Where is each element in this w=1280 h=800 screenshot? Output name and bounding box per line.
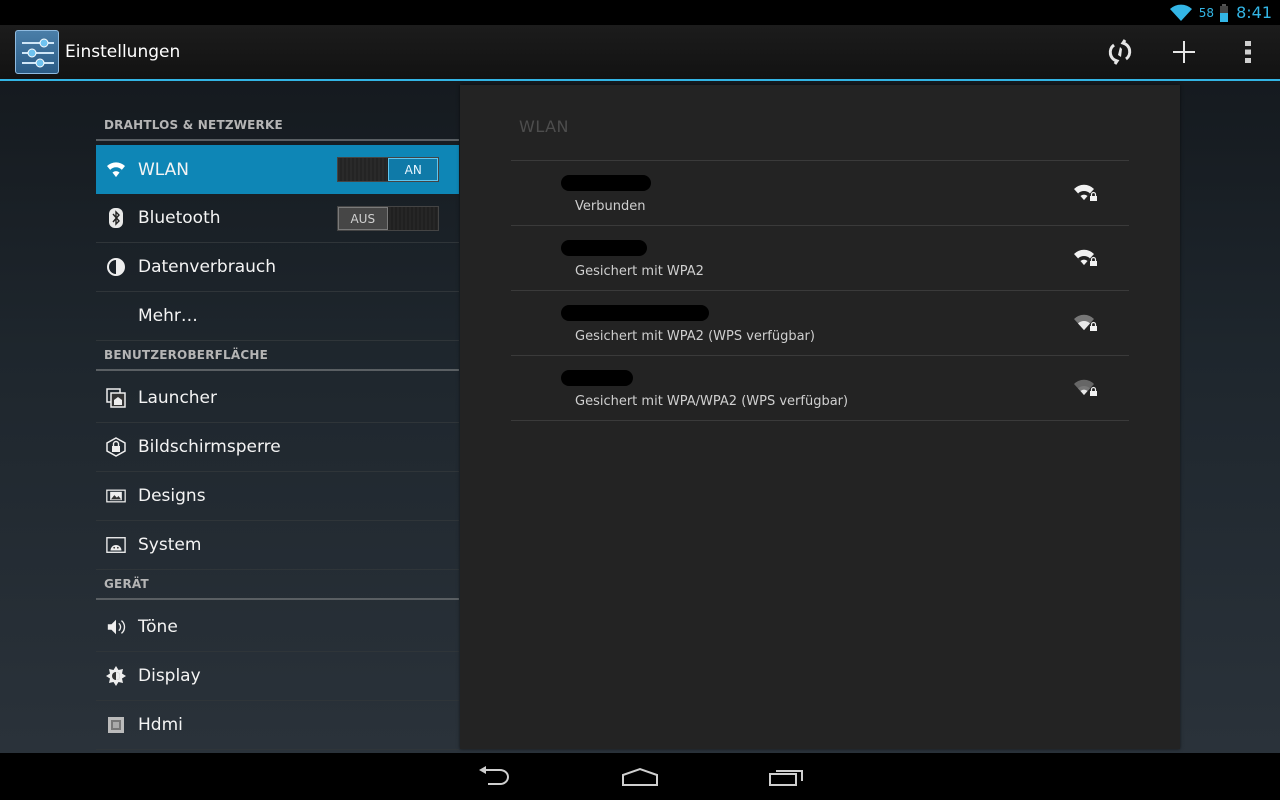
settings-item-sounds[interactable]: Töne bbox=[96, 603, 459, 652]
wifi-signal-lock-icon bbox=[1074, 249, 1097, 266]
settings-list: DRAHTLOS & NETZWERKE WLAN AN Bluetooth A… bbox=[96, 81, 459, 753]
status-bar: 58 8:41 bbox=[0, 0, 1280, 25]
settings-content: DRAHTLOS & NETZWERKE WLAN AN Bluetooth A… bbox=[0, 81, 1280, 753]
settings-item-label: Launcher bbox=[138, 388, 218, 408]
settings-item-label: Hdmi bbox=[138, 715, 183, 735]
settings-item-label: WLAN bbox=[138, 159, 190, 180]
action-bar: Einstellungen bbox=[0, 25, 1280, 79]
wifi-status-icon bbox=[1169, 4, 1192, 21]
redacted-ssid bbox=[561, 240, 647, 256]
overflow-menu-icon bbox=[1245, 41, 1251, 63]
settings-item-label: Töne bbox=[138, 617, 178, 637]
add-icon bbox=[1173, 41, 1195, 63]
home-button[interactable] bbox=[617, 762, 663, 792]
home-icon bbox=[622, 767, 658, 786]
toggle-on-label: AN bbox=[388, 158, 438, 181]
settings-item-launcher[interactable]: Launcher bbox=[96, 374, 459, 423]
wifi-network-item[interactable]: Gesichert mit WPA/WPA2 (WPS verfügbar) bbox=[511, 356, 1129, 420]
lock-icon bbox=[106, 437, 126, 457]
bluetooth-toggle[interactable]: AUS bbox=[337, 206, 439, 231]
settings-item-designs[interactable]: Designs bbox=[96, 472, 459, 521]
settings-item-data-usage[interactable]: Datenverbrauch bbox=[96, 243, 459, 292]
wps-icon bbox=[1108, 39, 1132, 65]
wifi-panel-title: WLAN bbox=[519, 117, 570, 136]
wifi-network-item[interactable]: Gesichert mit WPA2 bbox=[511, 226, 1129, 290]
launcher-icon bbox=[106, 388, 126, 408]
toggle-off-part bbox=[338, 158, 388, 181]
wifi-networks-panel: WLAN Verbunden Gesichert mit WPA2 Gesich… bbox=[460, 85, 1180, 749]
data-usage-icon bbox=[106, 257, 126, 277]
divider bbox=[511, 420, 1129, 421]
wifi-signal-lock-icon bbox=[1074, 184, 1097, 201]
wifi-signal-lock-icon bbox=[1074, 379, 1097, 396]
wifi-icon bbox=[106, 160, 126, 180]
toggle-off-label: AUS bbox=[338, 207, 388, 230]
hdmi-icon bbox=[106, 715, 126, 735]
section-header-wireless: DRAHTLOS & NETZWERKE bbox=[96, 101, 459, 141]
network-status: Gesichert mit WPA/WPA2 (WPS verfügbar) bbox=[575, 394, 849, 409]
settings-item-label: Display bbox=[138, 666, 201, 686]
wlan-toggle[interactable]: AN bbox=[337, 157, 439, 182]
settings-item-label: Mehr… bbox=[138, 306, 198, 326]
wps-button[interactable] bbox=[1088, 25, 1152, 79]
page-title: Einstellungen bbox=[65, 42, 181, 62]
recent-apps-icon bbox=[769, 769, 803, 786]
add-network-button[interactable] bbox=[1152, 25, 1216, 79]
settings-item-wlan[interactable]: WLAN AN bbox=[96, 145, 459, 194]
settings-item-label: Bildschirmsperre bbox=[138, 437, 281, 457]
designs-icon bbox=[106, 486, 126, 506]
system-icon bbox=[106, 535, 126, 555]
recent-apps-button[interactable] bbox=[763, 762, 809, 792]
battery-icon bbox=[1220, 3, 1229, 22]
toggle-on-part bbox=[388, 207, 438, 230]
section-header-device: GERÄT bbox=[96, 560, 459, 600]
settings-item-label: Bluetooth bbox=[138, 208, 221, 228]
redacted-ssid bbox=[561, 370, 633, 386]
settings-item-label: Datenverbrauch bbox=[138, 257, 277, 277]
back-button[interactable] bbox=[471, 762, 517, 792]
settings-item-bluetooth[interactable]: Bluetooth AUS bbox=[96, 194, 459, 243]
wifi-signal-lock-icon bbox=[1074, 314, 1097, 331]
network-status: Verbunden bbox=[575, 199, 646, 214]
battery-percent: 58 bbox=[1198, 5, 1215, 20]
bluetooth-icon bbox=[106, 208, 126, 228]
settings-item-label: System bbox=[138, 535, 202, 555]
back-icon bbox=[479, 765, 509, 785]
clock: 8:41 bbox=[1236, 3, 1272, 22]
speaker-icon bbox=[106, 617, 126, 637]
settings-item-label: Designs bbox=[138, 486, 206, 506]
section-header-ui: BENUTZEROBERFLÄCHE bbox=[96, 331, 459, 371]
wifi-network-item[interactable]: Verbunden bbox=[511, 161, 1129, 225]
redacted-ssid bbox=[561, 175, 651, 191]
overflow-menu-button[interactable] bbox=[1216, 25, 1280, 79]
settings-item-lockscreen[interactable]: Bildschirmsperre bbox=[96, 423, 459, 472]
network-status: Gesichert mit WPA2 (WPS verfügbar) bbox=[575, 329, 815, 344]
brightness-icon bbox=[106, 666, 126, 686]
settings-item-hdmi[interactable]: Hdmi bbox=[96, 701, 459, 750]
wifi-network-item[interactable]: Gesichert mit WPA2 (WPS verfügbar) bbox=[511, 291, 1129, 355]
redacted-ssid bbox=[561, 305, 709, 321]
network-status: Gesichert mit WPA2 bbox=[575, 264, 704, 279]
settings-item-display[interactable]: Display bbox=[96, 652, 459, 701]
navigation-bar bbox=[0, 753, 1280, 800]
settings-sliders-icon[interactable] bbox=[15, 30, 59, 74]
